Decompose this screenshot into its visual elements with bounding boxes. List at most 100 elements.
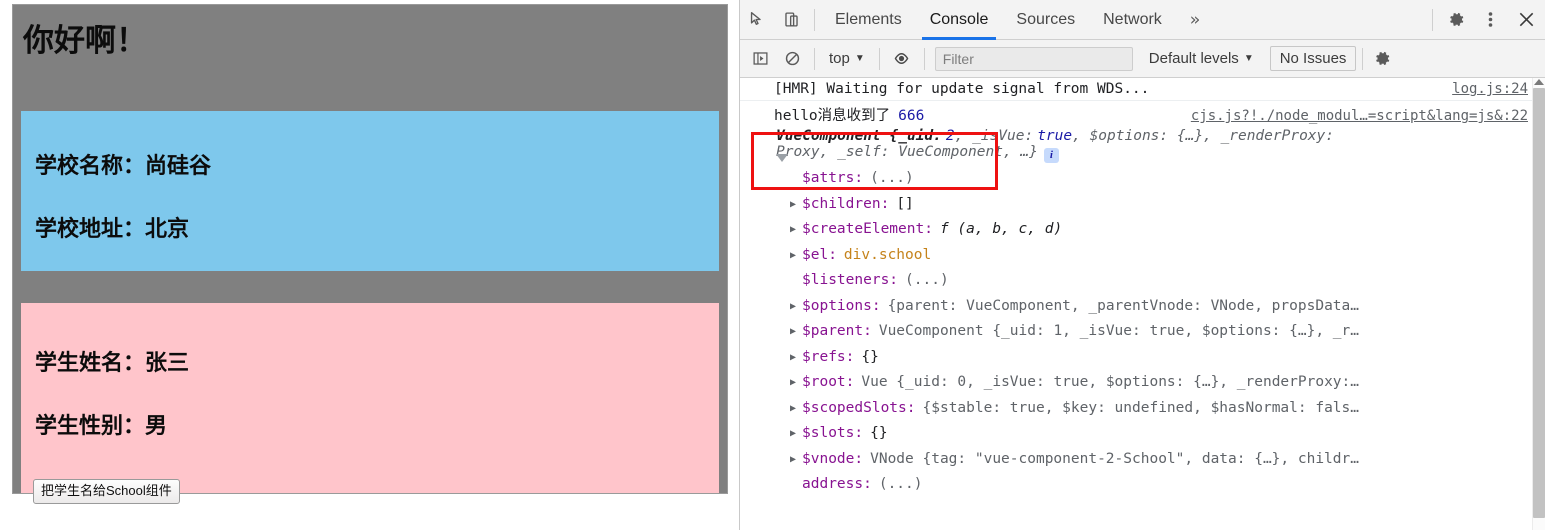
console-object-header: VueComponent {_uid: 2, _isVue: true, $opti… xyxy=(740,125,1545,144)
chevron-down-icon: ▼ xyxy=(854,53,865,64)
property-row-parent: ▶ $parent: VueComponent {_uid: 1, _isVue… xyxy=(740,319,1545,345)
console-sidebar-icon[interactable] xyxy=(744,44,776,74)
expand-triangle-icon[interactable]: ▶ xyxy=(790,370,800,396)
more-tabs-icon[interactable]: » xyxy=(1176,0,1214,40)
property-key: $createElement: xyxy=(802,221,933,237)
school-name-line: 学校名称：尚硅谷 xyxy=(35,153,212,178)
console-message-hmr[interactable]: [HMR] Waiting for update signal from WDS… xyxy=(740,78,1545,101)
console-log-levels-label: Default levels xyxy=(1148,50,1239,67)
property-value: VNode {tag: "vue-component-2-School", da… xyxy=(870,450,1359,467)
property-key: $listeners: xyxy=(802,272,899,288)
property-key: address: xyxy=(802,476,872,492)
property-key: $children: xyxy=(802,195,890,212)
property-row-listeners: $listeners: (...) xyxy=(740,268,1545,294)
expand-triangle-icon[interactable]: ▶ xyxy=(790,421,800,447)
object-uid-value: 2 xyxy=(945,128,955,144)
issues-counter-button[interactable]: No Issues xyxy=(1269,46,1357,71)
toolbar-divider-right xyxy=(1432,8,1433,31)
property-row-refs: ▶ $refs: {} xyxy=(740,345,1545,371)
expand-triangle-icon[interactable]: ▶ xyxy=(790,345,800,371)
expand-triangle-icon[interactable]: ▶ xyxy=(790,447,800,473)
expand-triangle-icon[interactable]: ▶ xyxy=(790,192,800,218)
property-value: {} xyxy=(870,425,888,441)
inspect-element-icon[interactable] xyxy=(740,0,774,40)
live-expression-icon[interactable] xyxy=(886,44,918,74)
screenshot-root: 你好啊！ 学校名称：尚硅谷 学校地址：北京 学生姓名：张三 学生性别：男 把学生… xyxy=(0,0,1545,530)
property-key: $attrs: xyxy=(802,170,864,186)
student-gender-line: 学生性别：男 xyxy=(35,413,168,438)
send-student-name-button[interactable]: 把学生名给School组件 xyxy=(33,479,180,505)
property-row-createElement: ▶ $createElement: f (a, b, c, d) xyxy=(740,217,1545,243)
school-address-line: 学校地址：北京 xyxy=(35,216,190,241)
object-constructor-name: VueComponent {_uid: xyxy=(776,128,942,144)
device-toolbar-icon[interactable] xyxy=(774,0,808,40)
property-value: {} xyxy=(861,348,879,365)
scroll-up-arrow-icon[interactable] xyxy=(1534,79,1544,85)
property-key: $root: xyxy=(802,374,855,390)
browser-page-pane: 你好啊！ 学校名称：尚硅谷 学校地址：北京 学生姓名：张三 学生性别：男 把学生… xyxy=(0,0,738,530)
property-row-scopedSlots: ▶ $scopedSlots: {$stable: true, $key: un… xyxy=(740,396,1545,422)
property-key: $scopedSlots: xyxy=(802,399,916,416)
console-hello-source-link[interactable]: cjs.js?!./node_modul…=script&lang=js&:22 xyxy=(1191,108,1528,124)
expand-triangle-icon[interactable]: ▶ xyxy=(790,243,800,269)
property-row-el: ▶ $el: div.school xyxy=(740,243,1545,269)
object-isvue-value: true xyxy=(1037,128,1073,144)
student-name-line: 学生姓名：张三 xyxy=(35,350,190,375)
devtools-tab-list: Elements Console Sources Network » xyxy=(821,0,1214,40)
expand-triangle-icon[interactable]: ▶ xyxy=(790,217,800,243)
console-scrollbar[interactable] xyxy=(1532,78,1545,530)
property-row-slots: ▶ $slots: {} xyxy=(740,421,1545,447)
tab-console[interactable]: Console xyxy=(916,0,1003,40)
school-component: 学校名称：尚硅谷 学校地址：北京 xyxy=(21,111,719,271)
filterbar-divider-2 xyxy=(878,47,880,70)
console-message-hello[interactable]: hello消息收到了 666 cjs.js?!./node_modul…=scr… xyxy=(740,101,1545,190)
more-options-icon[interactable] xyxy=(1473,0,1507,40)
close-icon[interactable] xyxy=(1507,0,1545,40)
console-context-selector[interactable]: top ▼ xyxy=(821,50,873,67)
expand-triangle-icon[interactable]: ▶ xyxy=(790,396,800,422)
property-value: div.school xyxy=(843,246,932,263)
property-row-root: ▶ $root: Vue {_uid: 0, _isVue: true, $op… xyxy=(740,370,1545,396)
expand-triangle-icon[interactable]: ▶ xyxy=(790,319,800,345)
object-options-preview: , $options: {…}, _renderProxy: xyxy=(1072,128,1335,144)
property-key: $vnode: xyxy=(802,450,864,467)
property-row-attrs: $attrs: (...) xyxy=(740,166,1545,192)
console-message-source-link[interactable]: log.js:24 xyxy=(1452,81,1528,97)
property-key: $slots: xyxy=(802,425,864,441)
console-settings-gear-icon[interactable] xyxy=(1369,44,1395,74)
property-key: $el: xyxy=(802,246,837,263)
property-value: (...) xyxy=(878,476,923,492)
tab-network[interactable]: Network xyxy=(1089,0,1176,40)
console-scrollbar-thumb[interactable] xyxy=(1533,88,1545,518)
clear-console-icon[interactable] xyxy=(776,44,808,74)
console-hello-number: 666 xyxy=(898,108,925,124)
console-log-levels-selector[interactable]: Default levels ▼ xyxy=(1141,50,1262,67)
console-output[interactable]: [HMR] Waiting for update signal from WDS… xyxy=(740,78,1545,530)
info-icon[interactable]: i xyxy=(1043,148,1059,163)
console-object-header-line2: Proxy, _self: VueComponent, …} i xyxy=(740,144,1545,163)
expand-triangle-icon[interactable]: ▶ xyxy=(790,294,800,320)
property-value: {$stable: true, $key: undefined, $hasNor… xyxy=(922,399,1360,416)
app-container: 你好啊！ 学校名称：尚硅谷 学校地址：北京 学生姓名：张三 学生性别：男 把学生… xyxy=(12,4,728,505)
property-value: (...) xyxy=(870,170,914,186)
console-filter-bar: top ▼ Default levels ▼ No Issues xyxy=(740,40,1545,78)
tab-network-label: Network xyxy=(1103,10,1162,28)
property-key: $parent: xyxy=(802,323,872,339)
object-preview-continued: Proxy, _self: VueComponent, …} xyxy=(776,144,1038,160)
tab-console-label: Console xyxy=(929,10,989,28)
devtools-tabbar: Elements Console Sources Network » xyxy=(740,0,1545,40)
console-object-properties: $attrs: (...) ▶ $children: [] ▶ $createE… xyxy=(740,166,1545,498)
filterbar-divider-1 xyxy=(814,47,815,70)
gear-icon[interactable] xyxy=(1439,0,1473,40)
tab-sources[interactable]: Sources xyxy=(1002,0,1089,40)
console-context-label: top xyxy=(829,50,850,67)
property-value: Vue {_uid: 0, _isVue: true, $options: {…… xyxy=(861,374,1359,390)
console-filter-input[interactable] xyxy=(934,46,1133,71)
object-collapse-triangle-icon[interactable] xyxy=(776,154,788,162)
object-isvue-key: , _isVue: xyxy=(954,128,1034,144)
property-key: $options: xyxy=(802,297,881,314)
chevron-down-icon-levels: ▼ xyxy=(1243,53,1254,64)
toolbar-divider xyxy=(814,8,815,31)
tab-elements[interactable]: Elements xyxy=(821,0,916,40)
property-value: (...) xyxy=(905,272,949,288)
